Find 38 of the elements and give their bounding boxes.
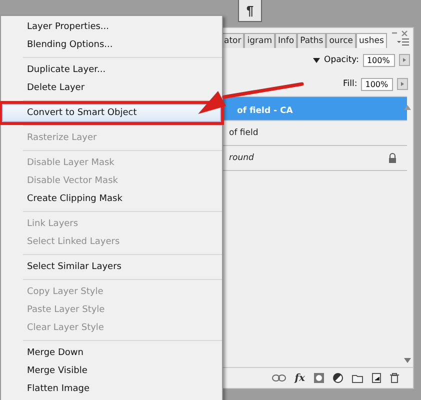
panel-tab[interactable]: ushes bbox=[356, 33, 387, 48]
menu-item[interactable]: Delete Layer bbox=[2, 79, 221, 97]
trash-icon[interactable] bbox=[390, 373, 399, 383]
dropdown-caret-icon[interactable] bbox=[313, 58, 320, 62]
scroll-down-icon[interactable] bbox=[404, 358, 411, 363]
mask-icon[interactable] bbox=[314, 373, 324, 383]
layer-style-button[interactable]: fx bbox=[294, 372, 305, 384]
panel-tab[interactable]: ator bbox=[221, 33, 244, 48]
paragraph-button[interactable]: ¶ bbox=[238, 0, 262, 22]
fill-field[interactable]: 100% bbox=[361, 78, 394, 90]
opacity-stepper-icon[interactable] bbox=[398, 54, 410, 66]
new-layer-icon[interactable] bbox=[372, 373, 381, 383]
fill-stepper-icon[interactable] bbox=[397, 78, 408, 90]
menu-item[interactable]: Merge Down bbox=[2, 344, 221, 362]
adjustment-icon[interactable] bbox=[333, 373, 343, 383]
folder-icon[interactable] bbox=[352, 374, 363, 382]
menu-item[interactable]: Flatten Image bbox=[2, 380, 221, 398]
minimize-close-icon[interactable] bbox=[391, 30, 409, 36]
panel-tab[interactable]: igram bbox=[244, 33, 275, 48]
link-icon[interactable] bbox=[272, 374, 286, 382]
layer-name: round bbox=[229, 153, 254, 163]
fill-label: Fill: bbox=[343, 79, 358, 89]
panel-tab[interactable]: Info bbox=[275, 33, 298, 48]
panel-tab[interactable]: Paths bbox=[297, 33, 326, 48]
menu-item[interactable]: Merge Visible bbox=[2, 362, 221, 380]
panel-menu-icon[interactable] bbox=[397, 38, 409, 46]
layer-name: of field bbox=[229, 128, 258, 138]
menu-item[interactable]: Select Similar Layers bbox=[2, 258, 221, 276]
opacity-field[interactable]: 100% bbox=[362, 54, 395, 66]
menu-item[interactable]: Layer Properties... bbox=[2, 18, 221, 36]
menu-item[interactable]: Blending Options... bbox=[2, 36, 221, 54]
layer-name: of field - CA bbox=[237, 106, 293, 116]
menu-item[interactable]: Convert to Smart Object bbox=[2, 104, 221, 122]
scroll-up-icon[interactable] bbox=[404, 105, 411, 110]
menu-item[interactable]: Create Clipping Mask bbox=[2, 190, 221, 208]
panel-tab[interactable]: ource bbox=[326, 33, 356, 48]
opacity-label: Opacity: bbox=[324, 55, 359, 65]
menu-item[interactable]: Duplicate Layer... bbox=[2, 61, 221, 79]
